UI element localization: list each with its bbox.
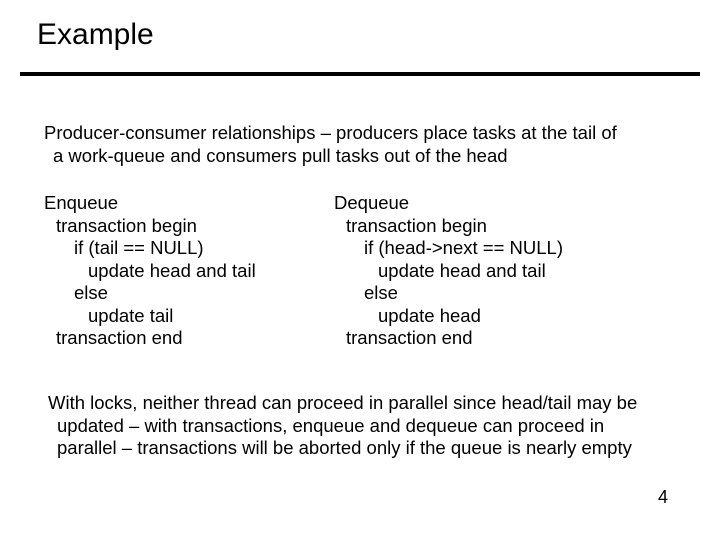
dequeue-line: update head: [378, 305, 563, 328]
enqueue-line: transaction begin: [56, 215, 256, 238]
slide: Example Producer-consumer relationships …: [0, 0, 720, 540]
dequeue-line: update head and tail: [378, 260, 563, 283]
page-number: 4: [658, 487, 668, 508]
intro-line-2: a work-queue and consumers pull tasks ou…: [53, 145, 684, 168]
summary-line-1: With locks, neither thread can proceed i…: [48, 392, 684, 415]
enqueue-line: transaction end: [56, 327, 256, 350]
dequeue-block: Dequeue transaction begin if (head->next…: [334, 192, 563, 350]
enqueue-block: Enqueue transaction begin if (tail == NU…: [44, 192, 256, 350]
slide-title: Example: [37, 18, 154, 52]
enqueue-line: if (tail == NULL): [74, 237, 256, 260]
intro-paragraph: Producer-consumer relationships – produc…: [44, 122, 684, 167]
dequeue-title: Dequeue: [334, 192, 563, 215]
summary-line-3: parallel – transactions will be aborted …: [57, 437, 684, 460]
dequeue-line: transaction end: [346, 327, 563, 350]
summary-paragraph: With locks, neither thread can proceed i…: [48, 392, 684, 460]
summary-line-2: updated – with transactions, enqueue and…: [57, 415, 684, 438]
enqueue-line: update tail: [88, 305, 256, 328]
intro-line-1: Producer-consumer relationships – produc…: [44, 122, 684, 145]
dequeue-line: if (head->next == NULL): [364, 237, 563, 260]
dequeue-line: transaction begin: [346, 215, 563, 238]
dequeue-line: else: [364, 282, 563, 305]
enqueue-title: Enqueue: [44, 192, 256, 215]
enqueue-line: update head and tail: [88, 260, 256, 283]
horizontal-rule: [20, 72, 700, 76]
enqueue-line: else: [74, 282, 256, 305]
